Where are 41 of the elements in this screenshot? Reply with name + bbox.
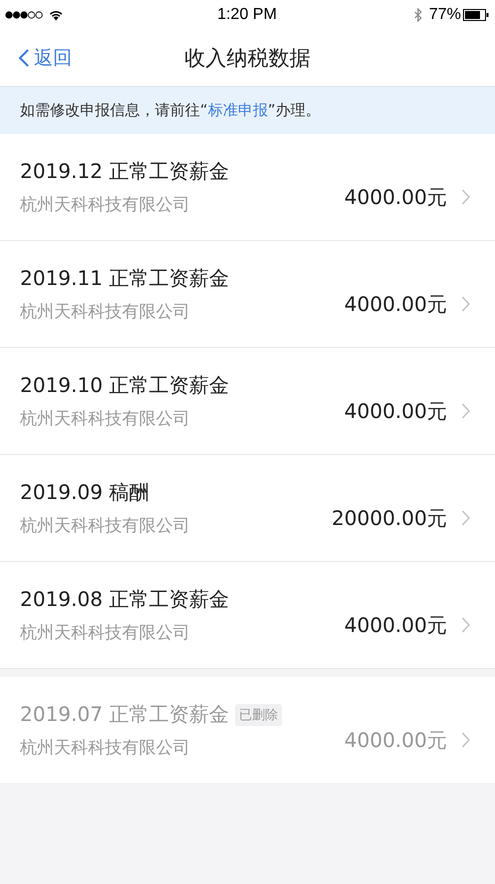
record-title: 2019.07 正常工资薪金	[20, 701, 230, 728]
battery-percent: 77%	[428, 6, 461, 24]
chevron-left-icon	[18, 48, 30, 68]
amount: 4000.00元	[344, 612, 447, 638]
company-name: 杭州天科科技有限公司	[20, 408, 191, 430]
company-name: 杭州天科科技有限公司	[20, 737, 191, 759]
record-row[interactable]: 2019.12 正常工资薪金 杭州天科科技有限公司 4000.00元	[0, 134, 495, 241]
record-row[interactable]: 2019.09 稿酬 杭州天科科技有限公司 20000.00元	[0, 455, 495, 562]
bluetooth-icon	[414, 8, 423, 22]
chevron-right-icon	[461, 509, 471, 527]
record-title: 2019.12 正常工资薪金	[20, 158, 230, 185]
amount: 20000.00元	[332, 504, 447, 532]
company-name: 杭州天科科技有限公司	[20, 301, 191, 323]
record-title: 2019.11 正常工资薪金	[20, 265, 230, 292]
amount: 4000.00元	[344, 184, 447, 210]
record-title: 2019.10 正常工资薪金	[20, 372, 230, 399]
chevron-right-icon	[461, 402, 471, 420]
company-name: 杭州天科科技有限公司	[20, 622, 191, 644]
company-name: 杭州天科科技有限公司	[20, 515, 191, 537]
chevron-right-icon	[461, 731, 471, 749]
amount: 4000.00元	[344, 398, 447, 424]
status-time: 1:20 PM	[217, 6, 277, 24]
wifi-icon	[48, 9, 64, 21]
record-title: 2019.08 正常工资薪金	[20, 586, 230, 613]
battery-icon	[463, 9, 489, 21]
standard-filing-link[interactable]: 标准申报	[208, 101, 268, 119]
amount: 4000.00元	[344, 726, 447, 754]
company-name: 杭州天科科技有限公司	[20, 194, 191, 216]
chevron-right-icon	[461, 616, 471, 634]
chevron-right-icon	[461, 295, 471, 313]
page-title: 收入纳税数据	[184, 45, 310, 72]
notice-text: 如需修改申报信息，请前往“标准申报”办理。	[20, 101, 321, 120]
record-row[interactable]: 2019.10 正常工资薪金 杭州天科科技有限公司 4000.00元	[0, 348, 495, 455]
record-row[interactable]: 2019.08 正常工资薪金 杭州天科科技有限公司 4000.00元	[0, 562, 495, 669]
signal-icon	[5, 11, 43, 19]
deleted-tag: 已删除	[235, 704, 282, 726]
back-button[interactable]: 返回	[0, 45, 72, 71]
amount: 4000.00元	[344, 290, 447, 318]
record-row[interactable]: 2019.11 正常工资薪金 杭州天科科技有限公司 4000.00元	[0, 241, 495, 348]
record-title: 2019.09 稿酬	[20, 479, 150, 506]
chevron-right-icon	[461, 188, 471, 206]
